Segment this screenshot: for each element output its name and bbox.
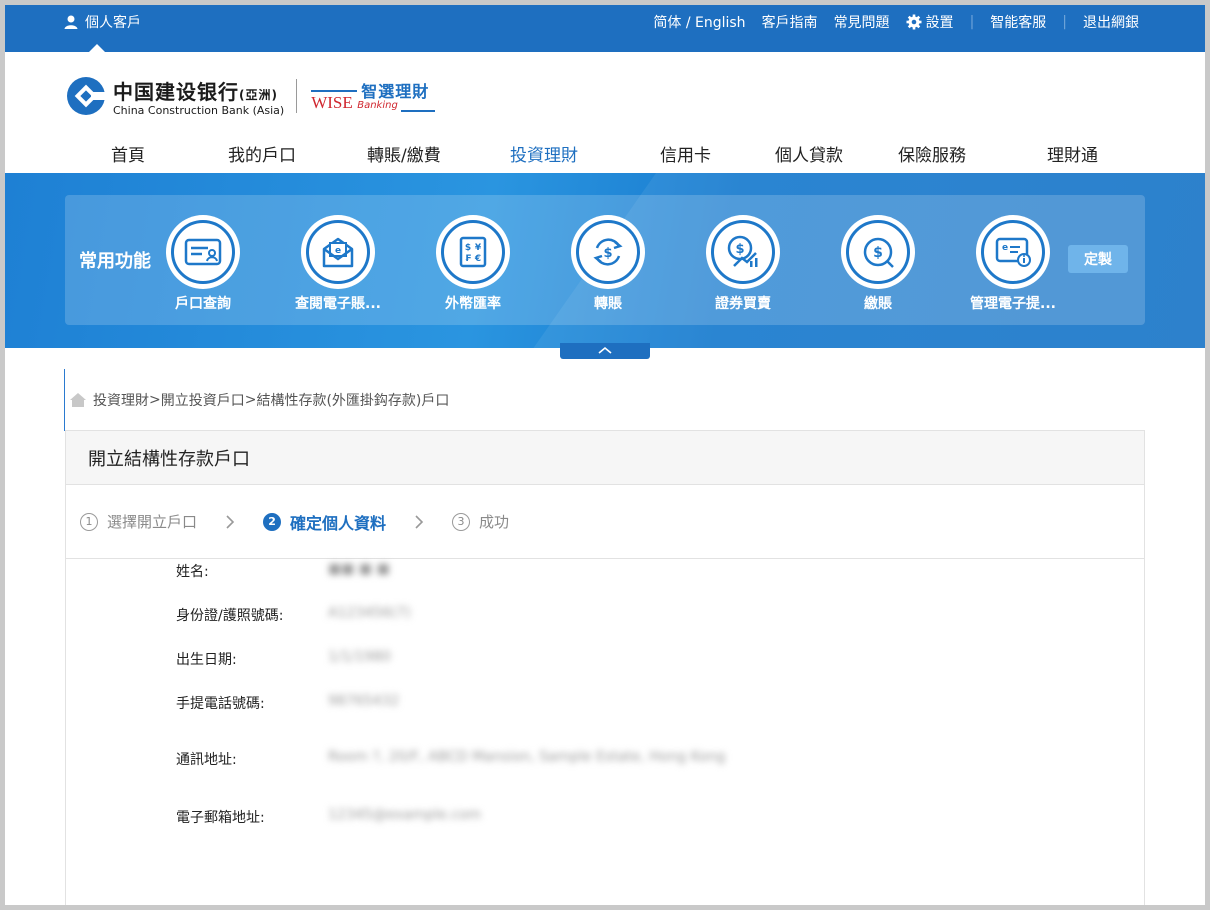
quick-label: 證券買賣 [715,296,771,312]
logo-name-en: China Construction Bank (Asia) [113,103,285,117]
svg-text:$: $ [873,245,883,261]
page-frame: 個人客戶 简体 / English 客戶指南 常見問題 設置 | 智能客服 | … [5,5,1205,905]
nav-personal-loan[interactable]: 個人貸款 [775,141,843,166]
wise-banking-logo: WISE Banking 智選理財 [309,76,439,116]
quick-label: 戶口查詢 [175,296,231,312]
quick-account-inquiry[interactable]: 戶口查詢 [143,215,263,313]
breadcrumb-open-account[interactable]: 開立投資戶口 [161,390,245,410]
quick-label: 外幣匯率 [445,296,501,312]
nav-home[interactable]: 首頁 [111,141,145,166]
field-value: 12345@example.com [328,807,482,823]
step-3: 3 成功 [452,511,509,532]
field-value: 98765432 [328,693,400,709]
breadcrumb: 投資理財 > 開立投資戶口 > 結構性存款(外匯掛鈎存款)戶口 [64,369,449,431]
quick-e-alert[interactable]: e 管理電子提... [953,215,1073,313]
breadcrumb-separator: > [149,392,161,408]
user-menu-caret [89,44,105,52]
nav-wealth-connect[interactable]: 理財通 [1047,141,1098,166]
quick-functions-title: 常用功能 [79,251,151,272]
faq-link[interactable]: 常見問題 [826,12,898,32]
quick-e-statement[interactable]: e 查閱電子賬... [278,215,398,313]
divider: | [969,14,975,30]
step-indicator: 1 選擇開立戶口 2 確定個人資料 3 成功 [66,485,1144,559]
svg-text:€: € [474,254,481,264]
customize-button[interactable]: 定製 [1068,245,1128,273]
quick-securities[interactable]: $ 證券買賣 [683,215,803,313]
nav-credit-card[interactable]: 信用卡 [660,141,711,166]
svg-text:₣: ₣ [465,254,471,264]
securities-trading-icon: $ [727,235,758,267]
quick-label: 管理電子提... [970,296,1056,312]
svg-text:e: e [1002,243,1008,253]
field-label: 手提電話號碼: [176,696,265,712]
gear-icon [906,14,922,30]
divider: | [1062,14,1067,30]
user-menu[interactable]: 個人客戶 [63,12,141,32]
field-label: 電子郵箱地址: [176,810,265,826]
e-alert-icon: e [995,237,1031,267]
main-nav: 首頁 我的戶口 轉賬/繳費 投資理財 信用卡 個人貸款 保險服務 理財通 [5,137,1205,173]
quick-functions-panel: 常用功能 戶口查詢 e 查閱電子賬... $ ¥ ₣ € 外幣匯率 $ 轉賬 $… [65,195,1145,325]
quick-label: 查閱電子賬... [295,296,381,312]
home-icon[interactable] [69,392,87,408]
quick-label: 繳賬 [864,296,892,312]
e-statement-icon: e [322,237,354,268]
user-label: 個人客戶 [85,15,141,31]
top-links: 简体 / English 客戶指南 常見問題 設置 | 智能客服 | 退出網銀 [645,12,1147,32]
smart-service-link[interactable]: 智能客服 [982,12,1054,32]
currency-rate-icon: $ ¥ ₣ € [459,236,487,268]
step-2: 2 確定個人資料 [263,510,386,534]
breadcrumb-separator: > [244,392,257,408]
collapse-banner-button[interactable] [560,343,650,359]
bank-logo[interactable]: 中国建设银行(亞洲) China Construction Bank (Asia… [65,75,439,117]
field-value: A123456(7) [328,605,411,621]
top-bar: 個人客戶 简体 / English 客戶指南 常見問題 設置 | 智能客服 | … [5,5,1205,52]
logo-divider [296,79,298,113]
chevron-up-icon [598,346,612,354]
settings-label: 設置 [925,15,954,31]
customer-guide-link[interactable]: 客戶指南 [754,12,826,32]
field-value: 1/1/1980 [328,649,391,665]
svg-text:$: $ [735,242,744,257]
transfer-icon: $ [593,238,623,266]
quick-fx-rate[interactable]: $ ¥ ₣ € 外幣匯率 [413,215,533,313]
quick-transfer[interactable]: $ 轉賬 [548,215,668,313]
field-label: 身份證/護照號碼: [176,608,284,624]
account-card-icon [184,238,222,266]
svg-text:$: $ [465,243,471,253]
user-icon [64,15,78,29]
svg-text:e: e [335,246,341,256]
logo-name-cn: 中国建设银行(亞洲) [113,79,278,104]
svg-text:¥: ¥ [475,243,482,253]
step-1: 1 選擇開立戶口 [80,511,197,532]
field-value: Room ?, 20/F, ABCD Mansion, Sample Estat… [328,749,726,765]
chevron-right-icon [225,514,235,530]
breadcrumb-investment[interactable]: 投資理財 [93,390,149,410]
nav-investment[interactable]: 投資理財 [510,141,578,166]
language-link[interactable]: 简体 / English [645,12,753,32]
quick-functions-banner: 常用功能 戶口查詢 e 查閱電子賬... $ ¥ ₣ € 外幣匯率 $ 轉賬 $… [5,173,1205,348]
quick-bill-payment[interactable]: $ 繳賬 [818,215,938,313]
form-card: 開立結構性存款戶口 1 選擇開立戶口 2 確定個人資料 3 成功 姓名: ■■ … [65,430,1145,905]
settings-link[interactable]: 設置 [898,12,962,32]
breadcrumb-current: 結構性存款(外匯掛鈎存款)戶口 [256,393,450,409]
logout-link[interactable]: 退出網銀 [1075,12,1147,32]
page-title: 開立結構性存款戶口 [66,431,1144,485]
svg-text:$: $ [603,246,612,261]
bill-payment-icon: $ [863,237,894,268]
nav-transfer-payment[interactable]: 轉賬/繳費 [367,141,441,166]
nav-insurance[interactable]: 保險服務 [898,141,966,166]
field-label: 通訊地址: [176,752,237,768]
nav-my-account[interactable]: 我的戶口 [228,141,296,166]
quick-label: 轉賬 [594,296,622,312]
field-label: 姓名: [176,564,209,580]
field-value: ■■ ■ ■ [328,561,390,577]
ccb-logo-icon [65,75,107,117]
field-label: 出生日期: [176,652,237,668]
chevron-right-icon [414,514,424,530]
